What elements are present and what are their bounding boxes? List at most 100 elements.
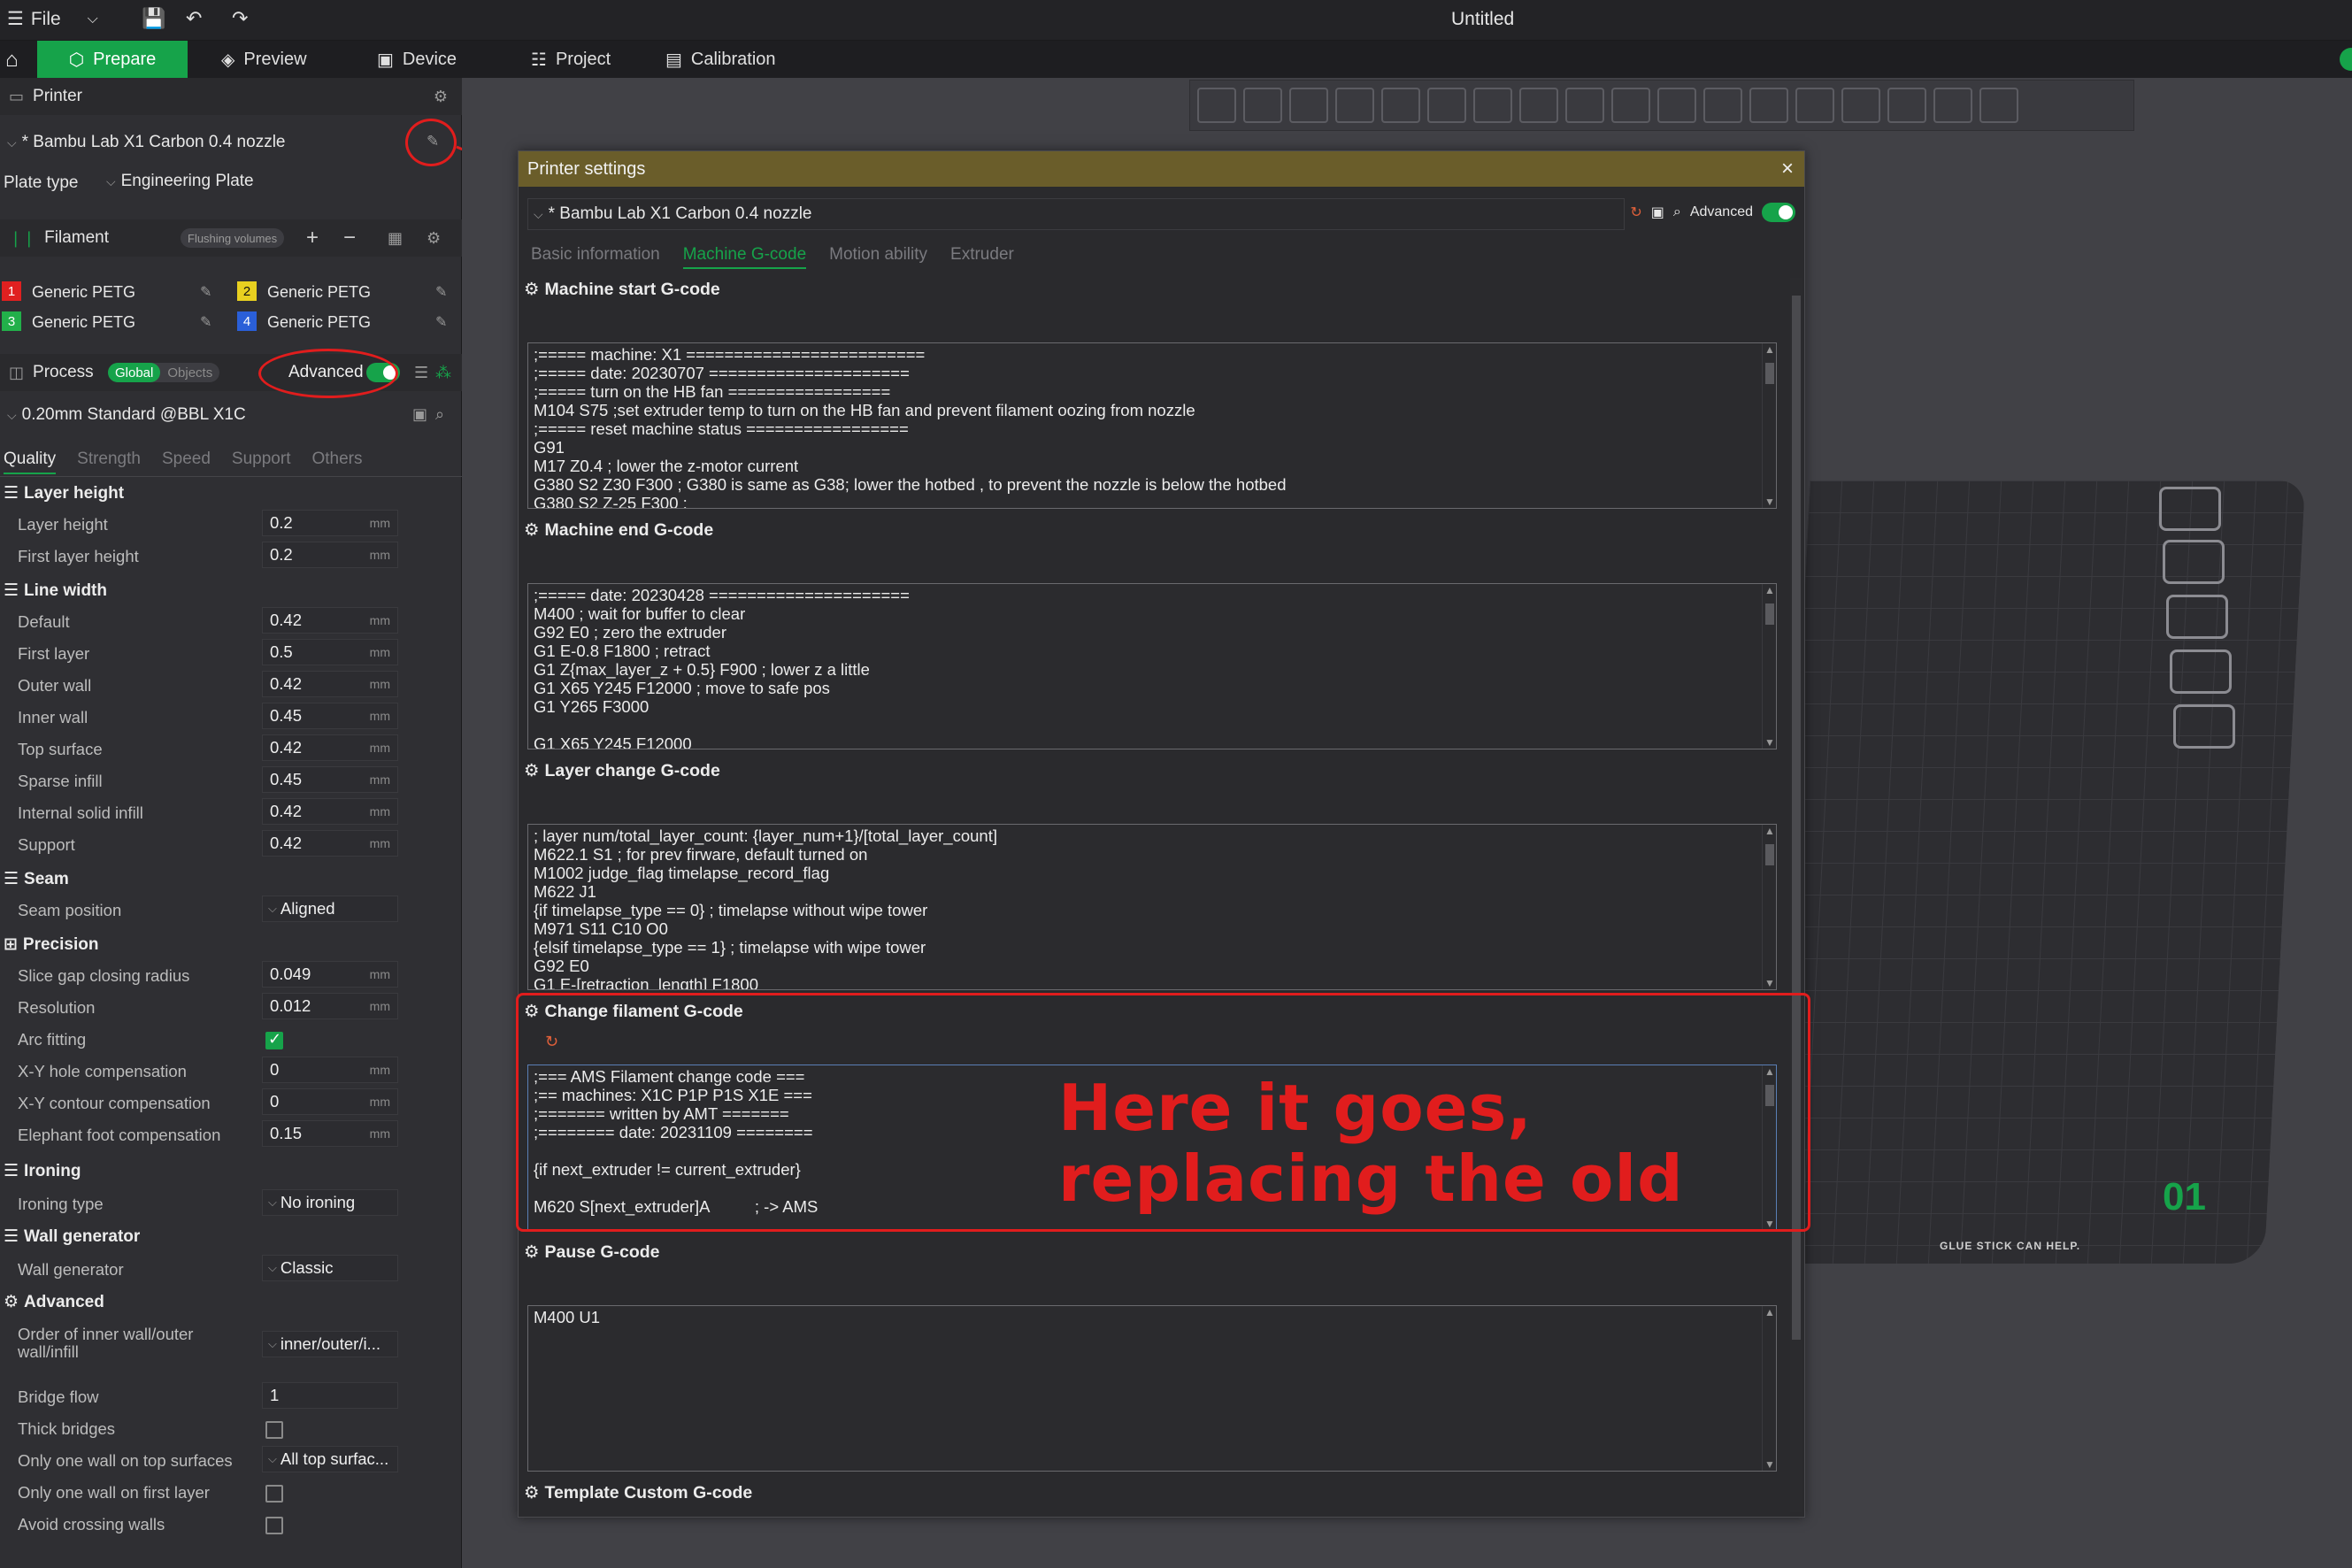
printer-preset-select[interactable]: ⌵ * Bambu Lab X1 Carbon 0.4 nozzle (0, 127, 451, 158)
split-parts-icon[interactable] (1427, 88, 1466, 123)
param-wall-order-select[interactable]: ⌵ inner/outer/i... (262, 1331, 398, 1357)
param-lw-outer-wall-input[interactable]: 0.42 mm (262, 671, 398, 697)
global-option[interactable]: Global (108, 363, 161, 382)
search-icon[interactable]: ⌕ (435, 405, 444, 424)
param-lw-support-input[interactable]: 0.42 mm (262, 830, 398, 857)
remove-icon[interactable]: − (343, 226, 356, 250)
scroll-up-icon[interactable]: ▲ (1764, 343, 1775, 356)
process-preset-select[interactable]: ⌵ 0.20mm Standard @BBL X1C (0, 400, 407, 430)
scrollbar[interactable]: ▲ ▼ (1762, 1306, 1776, 1471)
plate-type-select[interactable]: ⌵ Engineering Plate (99, 166, 435, 196)
edit-icon[interactable]: ✎ (200, 283, 211, 301)
redo-icon[interactable]: ↷ (232, 7, 248, 30)
tab-quality[interactable]: Quality (4, 450, 57, 474)
scale-icon[interactable] (1611, 88, 1650, 123)
scrollbar[interactable]: ▲ ▼ (1762, 825, 1776, 989)
global-objects-switch[interactable]: Global Objects (108, 363, 220, 382)
scroll-down-icon[interactable]: ▼ (1764, 736, 1775, 749)
tab-extruder[interactable]: Extruder (950, 245, 1014, 269)
edit-icon[interactable]: ✎ (200, 313, 211, 331)
cut-icon[interactable] (1703, 88, 1742, 123)
scroll-down-icon[interactable]: ▼ (1764, 977, 1775, 989)
tab-device[interactable]: ▣ Device (368, 41, 465, 78)
tab-project[interactable]: ☷ Project (522, 41, 619, 78)
param-elephant-foot-input[interactable]: 0.15 mm (262, 1120, 398, 1147)
add-object-icon[interactable] (1197, 88, 1236, 123)
seam-paint-icon[interactable] (1795, 88, 1834, 123)
filament-slot-3-name[interactable]: Generic PETG (32, 313, 135, 332)
scroll-down-icon[interactable]: ▼ (1764, 1458, 1775, 1471)
param-lw-top-surface-input[interactable]: 0.42 mm (262, 734, 398, 761)
close-plate-icon[interactable] (2159, 487, 2221, 531)
param-layer-height-input[interactable]: 0.2 mm (262, 510, 398, 536)
arrange-grid-icon[interactable] (1243, 88, 1282, 123)
tab-support[interactable]: Support (232, 450, 291, 474)
filament-slot-1-color[interactable]: 1 (2, 281, 21, 301)
scrollbar[interactable]: ▲ ▼ (1762, 584, 1776, 749)
param-lw-default-input[interactable]: 0.42 mm (262, 607, 398, 634)
objects-option[interactable]: Objects (160, 363, 219, 382)
tab-motion-ability[interactable]: Motion ability (829, 245, 927, 269)
pause-gcode-editor[interactable]: M400 U1 ▲ ▼ (527, 1305, 1777, 1472)
scroll-thumb[interactable] (1765, 844, 1774, 865)
filament-slot-4-name[interactable]: Generic PETG (267, 313, 371, 332)
plate-settings-icon[interactable] (2173, 704, 2235, 749)
tab-machine-gcode[interactable]: Machine G-code (682, 245, 807, 269)
param-bridge-flow-input[interactable]: 1 (262, 1382, 398, 1409)
save-icon[interactable]: ▣ (412, 405, 427, 424)
param-lw-internal-solid-input[interactable]: 0.42 mm (262, 798, 398, 825)
avoid-crossing-checkbox[interactable] (265, 1517, 283, 1534)
param-lw-sparse-infill-input[interactable]: 0.45 mm (262, 766, 398, 793)
arrange-plate-icon[interactable] (2166, 595, 2228, 639)
auto-arrange-icon[interactable] (1335, 88, 1374, 123)
close-icon[interactable]: × (1781, 157, 1794, 181)
move-icon[interactable] (1519, 88, 1558, 123)
compare-icon[interactable]: ⁂ (435, 364, 451, 382)
filament-slot-4-color[interactable]: 4 (237, 311, 257, 331)
dialog-scrollbar[interactable] (1790, 278, 1802, 1512)
end-gcode-editor[interactable]: ;===== date: 20230428 ==================… (527, 583, 1777, 749)
scroll-up-icon[interactable]: ▲ (1764, 584, 1775, 596)
param-seam-position-select[interactable]: ⌵ Aligned (262, 895, 398, 922)
tab-speed[interactable]: Speed (162, 450, 211, 474)
support-paint-icon[interactable] (1749, 88, 1788, 123)
tab-calibration[interactable]: ▤ Calibration (657, 41, 785, 78)
layer-gcode-editor[interactable]: ; layer num/total_layer_count: {layer_nu… (527, 824, 1777, 990)
tab-prepare[interactable]: ⬡ Prepare (37, 41, 188, 78)
save-icon[interactable]: 💾 (142, 7, 165, 30)
filament-slot-2-color[interactable]: 2 (237, 281, 257, 301)
dialog-preset-select[interactable]: ⌵ * Bambu Lab X1 Carbon 0.4 nozzle (527, 198, 1625, 230)
undo-icon[interactable]: ↶ (186, 7, 202, 30)
rotate-icon[interactable] (1565, 88, 1604, 123)
gear-icon[interactable]: ⚙ (434, 88, 448, 106)
file-menu-button[interactable]: ☰ File ⌵ (7, 8, 98, 30)
tab-preview[interactable]: ◈ Preview (212, 41, 316, 78)
split-objects-icon[interactable] (1381, 88, 1420, 123)
tab-basic-information[interactable]: Basic information (531, 245, 660, 269)
scrollbar[interactable]: ▲ ▼ (1762, 343, 1776, 508)
edit-icon[interactable]: ✎ (435, 283, 447, 301)
thick-bridges-checkbox[interactable] (265, 1421, 283, 1439)
orient-icon[interactable] (1289, 88, 1328, 123)
edit-icon[interactable]: ✎ (435, 313, 447, 331)
measure-icon[interactable] (1933, 88, 1972, 123)
filament-slot-3-color[interactable]: 3 (2, 311, 21, 331)
one-wall-first-checkbox[interactable] (265, 1485, 283, 1503)
orient-plate-icon[interactable] (2163, 540, 2225, 584)
scroll-down-icon[interactable]: ▼ (1764, 496, 1775, 508)
gear-icon[interactable]: ⚙ (427, 229, 441, 248)
home-icon[interactable]: ⌂ (5, 48, 30, 72)
boolean-icon[interactable] (1841, 88, 1880, 123)
scroll-up-icon[interactable]: ▲ (1764, 825, 1775, 837)
assembly-icon[interactable] (1979, 88, 2018, 123)
param-resolution-input[interactable]: 0.012 mm (262, 993, 398, 1019)
filament-slot-1-name[interactable]: Generic PETG (32, 283, 135, 302)
param-xy-contour-input[interactable]: 0 mm (262, 1088, 398, 1115)
scroll-thumb[interactable] (1765, 603, 1774, 625)
filament-slot-2-name[interactable]: Generic PETG (267, 283, 371, 302)
layers-editing-icon[interactable] (1473, 88, 1512, 123)
dialog-advanced-toggle[interactable] (1762, 203, 1795, 222)
text-icon[interactable] (1887, 88, 1926, 123)
param-lw-first-layer-input[interactable]: 0.5 mm (262, 639, 398, 665)
flushing-volumes-button[interactable]: Flushing volumes (181, 228, 285, 248)
